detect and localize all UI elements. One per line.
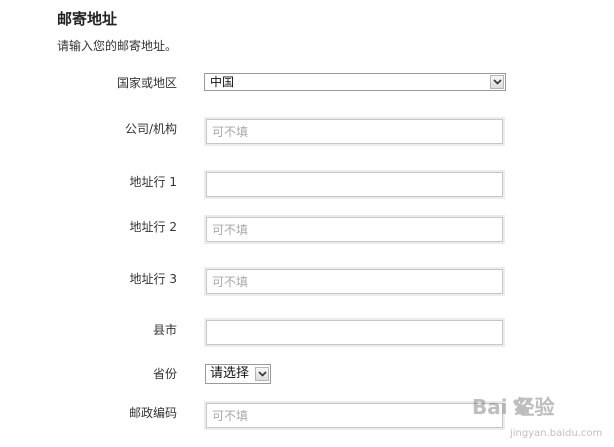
country-label: 国家或地区: [116, 76, 177, 90]
company-input[interactable]: [206, 119, 503, 144]
section-title: 邮寄地址: [57, 10, 118, 28]
address-line-1-input[interactable]: [206, 172, 503, 197]
section-description: 请输入您的邮寄地址。: [57, 39, 178, 53]
dropdown-arrow-button[interactable]: [255, 367, 269, 381]
city-input[interactable]: [206, 320, 503, 345]
chevron-down-icon: [493, 79, 502, 85]
address-line-2-input[interactable]: [206, 217, 503, 242]
paw-icon: [513, 397, 531, 415]
province-select-value: 请选择: [210, 366, 250, 381]
country-select-value: 中国: [210, 75, 235, 89]
country-select[interactable]: 中国: [204, 73, 506, 91]
address-line-3-input[interactable]: [206, 269, 503, 294]
postal-code-input[interactable]: [206, 403, 503, 428]
province-label: 省份: [152, 367, 177, 381]
address-line-1-label: 地址行 1: [129, 175, 177, 189]
address-line-3-label: 地址行 3: [129, 272, 177, 286]
dropdown-arrow-button[interactable]: [490, 75, 504, 89]
watermark-url: jingyan.baidu.com: [509, 428, 602, 439]
chevron-down-icon: [258, 371, 267, 377]
city-label: 县市: [152, 323, 177, 337]
company-label: 公司/机构: [124, 122, 177, 136]
province-select[interactable]: 请选择: [205, 364, 271, 384]
address-line-2-label: 地址行 2: [129, 220, 177, 234]
mailing-address-form: 邮寄地址 请输入您的邮寄地址。 国家或地区 中国 公司/机构 地址行 1 地址行…: [0, 0, 614, 447]
postal-code-label: 邮政编码: [128, 406, 177, 420]
